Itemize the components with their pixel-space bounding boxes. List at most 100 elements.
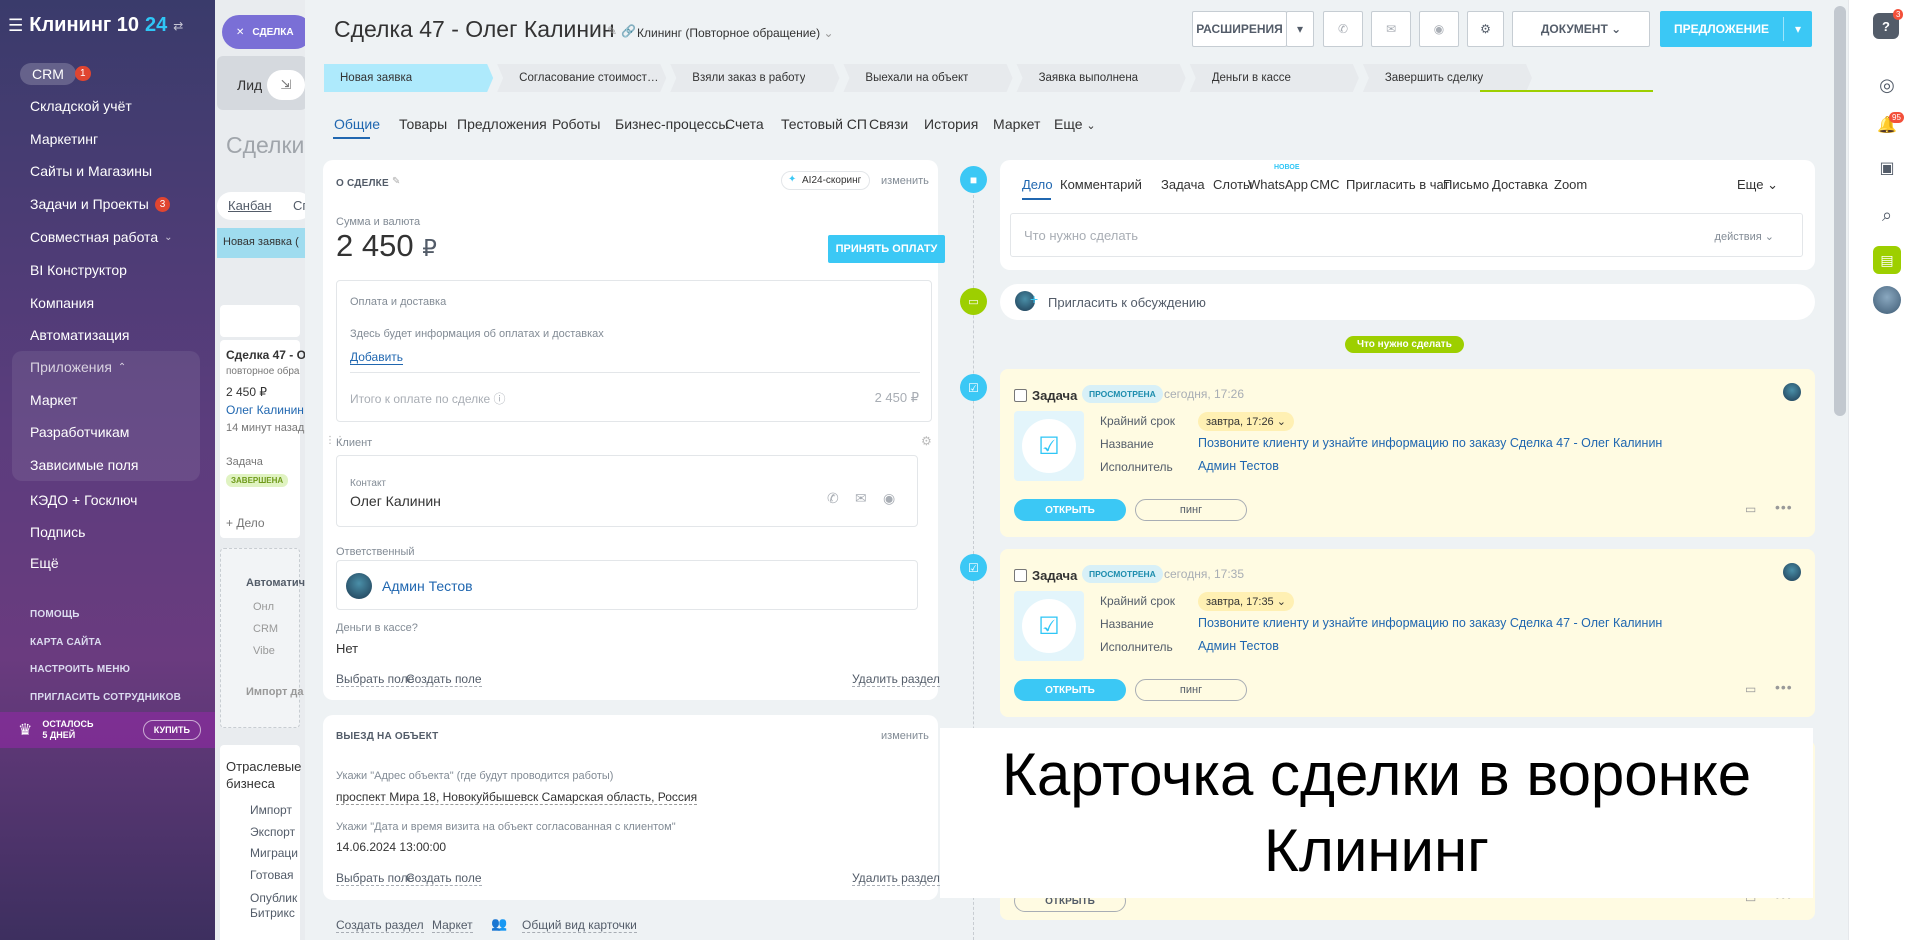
address-value[interactable]: проспект Мира 18, Новокуйбышевск Самарск… xyxy=(336,790,698,805)
activity-input[interactable]: Что нужно сделать действия ⌄ xyxy=(1010,213,1803,257)
proposal-button[interactable]: ПРЕДЛОЖЕНИЕ ▾ xyxy=(1660,11,1812,47)
market-link[interactable]: Маркет xyxy=(432,918,473,933)
extensions-dropdown[interactable]: ▾ xyxy=(1286,11,1314,47)
task-checkbox[interactable] xyxy=(1014,389,1027,402)
sidebar-item-kedo[interactable]: КЭДО + Госключ xyxy=(30,492,137,508)
edit-icon[interactable]: ✎ xyxy=(392,176,400,187)
chat-icon[interactable]: ◉ xyxy=(1419,11,1459,47)
sidebar-item-marketing[interactable]: Маркетинг xyxy=(30,131,98,147)
help-link[interactable]: ПОМОЩЬ xyxy=(30,609,80,620)
tab-2[interactable]: Товары xyxy=(399,116,447,132)
kanban-view[interactable]: Канбан xyxy=(228,198,272,213)
activity-tab-1[interactable]: Дело xyxy=(1022,177,1053,192)
more-icon[interactable]: ••• xyxy=(1775,499,1793,515)
tab-10[interactable]: Маркет xyxy=(993,116,1040,132)
phone-icon[interactable]: ✆ xyxy=(1323,11,1363,47)
task-checkbox[interactable] xyxy=(1014,569,1027,582)
task-name-link[interactable]: Позвоните клиенту и узнайте информацию п… xyxy=(1198,436,1662,450)
sidebar-item-apps[interactable]: Приложения ⌃ xyxy=(30,359,126,375)
activity-tab-7[interactable]: Пригласить в чат xyxy=(1346,177,1449,192)
edit-link[interactable]: изменить xyxy=(881,730,929,742)
activity-tab-5[interactable]: WhatsApp xyxy=(1248,177,1308,192)
sidebar-item-automation[interactable]: Автоматизация xyxy=(30,327,129,343)
menu-icon[interactable]: ☰ xyxy=(8,16,23,36)
add-payment-link[interactable]: Добавить xyxy=(350,350,404,365)
proposal-dropdown-icon[interactable]: ▾ xyxy=(1784,22,1812,36)
accept-payment-button[interactable]: ПРИНЯТЬ ОПЛАТУ xyxy=(828,235,945,263)
pipeline-selector[interactable]: Клининг (Повторное обращение) ⌄ xyxy=(637,26,834,40)
activity-tab-10[interactable]: Zoom xyxy=(1554,177,1587,192)
more-icon[interactable]: ••• xyxy=(1775,679,1793,695)
deadline-badge[interactable]: завтра, 17:26 ⌄ xyxy=(1198,412,1294,431)
chat-icon[interactable]: ◉ xyxy=(883,490,895,507)
portal-logo[interactable]: ☰ Клининг 10 24 ⇄ xyxy=(8,14,183,37)
sidebar-item-more[interactable]: Ещё xyxy=(30,555,59,571)
mail-icon[interactable]: ✉ xyxy=(1371,11,1411,47)
create-section-link[interactable]: Создать раздел xyxy=(336,918,424,933)
document-button[interactable]: ДОКУМЕНТ ⌄ xyxy=(1512,11,1650,47)
actions-dropdown[interactable]: действия ⌄ xyxy=(1715,230,1774,243)
stage-label-7[interactable]: Завершить сделку xyxy=(1369,64,1528,92)
phone-icon[interactable]: ✆ xyxy=(827,490,839,507)
settings-gear-icon[interactable]: ⚙ xyxy=(1467,11,1504,47)
avatar[interactable] xyxy=(1873,286,1901,314)
stage-label-6[interactable]: Деньги в кассе xyxy=(1196,64,1355,92)
messenger-icon[interactable]: ▣ xyxy=(1873,154,1901,182)
edit-icon[interactable]: ✎ xyxy=(607,24,617,38)
tab-8[interactable]: Связи xyxy=(869,116,908,132)
delete-section-link[interactable]: Удалить раздел xyxy=(852,672,940,687)
open-task-button[interactable]: ОТКРЫТЬ xyxy=(1014,499,1126,521)
sidebar-item-company[interactable]: Компания xyxy=(30,295,94,311)
add-deal-link[interactable]: + Дело xyxy=(226,516,265,530)
task-name-link[interactable]: Позвоните клиенту и узнайте информацию п… xyxy=(1198,616,1662,630)
deadline-badge[interactable]: завтра, 17:35 ⌄ xyxy=(1198,592,1294,611)
activity-tab-6[interactable]: СМС xyxy=(1310,177,1339,192)
tab-3[interactable]: Предложения xyxy=(457,116,547,132)
link-icon[interactable]: 🔗 xyxy=(621,24,636,38)
activity-tab-9[interactable]: Доставка xyxy=(1492,177,1548,192)
sidebar-item-bi[interactable]: BI Конструктор xyxy=(30,262,127,278)
stage-label-5[interactable]: Заявка выполнена xyxy=(1023,64,1182,92)
ping-button[interactable]: пинг xyxy=(1135,679,1247,701)
sidebar-item-developers[interactable]: Разработчикам xyxy=(30,424,129,440)
activity-tab-4[interactable]: Слоты xyxy=(1213,177,1252,192)
open-task-button[interactable]: ОТКРЫТЬ xyxy=(1014,679,1126,701)
contact-name[interactable]: Олег Калинин xyxy=(350,493,441,509)
tab-5[interactable]: Бизнес-процессы xyxy=(615,116,728,132)
search-icon[interactable]: ⌕ xyxy=(1873,201,1901,229)
edit-link[interactable]: изменить xyxy=(881,175,929,187)
configure-menu-link[interactable]: НАСТРОИТЬ МЕНЮ xyxy=(30,664,130,675)
close-slider-button[interactable]: ✕ СДЕЛКА xyxy=(222,15,305,49)
tab-9[interactable]: История xyxy=(924,116,978,132)
stage-label-3[interactable]: Взяли заказ в работу xyxy=(676,64,835,92)
executor-link[interactable]: Админ Тестов xyxy=(1198,459,1279,473)
help-icon[interactable]: ⓘ xyxy=(494,392,506,406)
notes-icon[interactable]: ▤ xyxy=(1873,246,1901,274)
choose-field-link[interactable]: Выбрать поле xyxy=(336,871,415,886)
activity-tab-8[interactable]: Письмо xyxy=(1443,177,1489,192)
sidebar-item-warehouse[interactable]: Складской учёт xyxy=(30,98,132,114)
common-view-link[interactable]: Общий вид карточки xyxy=(522,918,637,933)
stage-label-4[interactable]: Выехали на объект xyxy=(849,64,1008,92)
mail-icon[interactable]: ✉ xyxy=(855,490,867,507)
invite-users-link[interactable]: ПРИГЛАСИТЬ СОТРУДНИКОВ xyxy=(30,692,181,703)
choose-field-link[interactable]: Выбрать поле xyxy=(336,672,415,687)
note-icon[interactable]: ▭ xyxy=(1745,502,1756,516)
sidebar-item-crm[interactable]: CRM xyxy=(20,63,76,85)
responsible-name[interactable]: Админ Тестов xyxy=(382,578,473,594)
tab-6[interactable]: Счета xyxy=(725,116,764,132)
activity-tab-2[interactable]: Комментарий xyxy=(1060,177,1142,192)
activity-tab-11[interactable]: Еще ⌄ xyxy=(1737,177,1778,193)
tab-4[interactable]: Роботы xyxy=(552,116,600,132)
ai-scoring-badge[interactable]: ✦ AI24-скоринг xyxy=(781,171,871,190)
delete-section-link[interactable]: Удалить раздел xyxy=(852,871,940,886)
sidebar-item-sites[interactable]: Сайты и Магазины xyxy=(30,163,152,179)
sidebar-item-dependent-fields[interactable]: Зависимые поля xyxy=(30,457,139,473)
sidebar-item-market[interactable]: Маркет xyxy=(30,392,77,408)
extensions-button[interactable]: РАСШИРЕНИЯ xyxy=(1192,11,1287,47)
stage-label-1[interactable]: Новая заявка xyxy=(324,64,483,92)
executor-link[interactable]: Админ Тестов xyxy=(1198,639,1279,653)
download-icon[interactable]: ⇲ xyxy=(267,70,305,100)
sidebar-item-sign[interactable]: Подпись xyxy=(30,524,85,540)
activity-tab-3[interactable]: Задача xyxy=(1161,177,1205,192)
